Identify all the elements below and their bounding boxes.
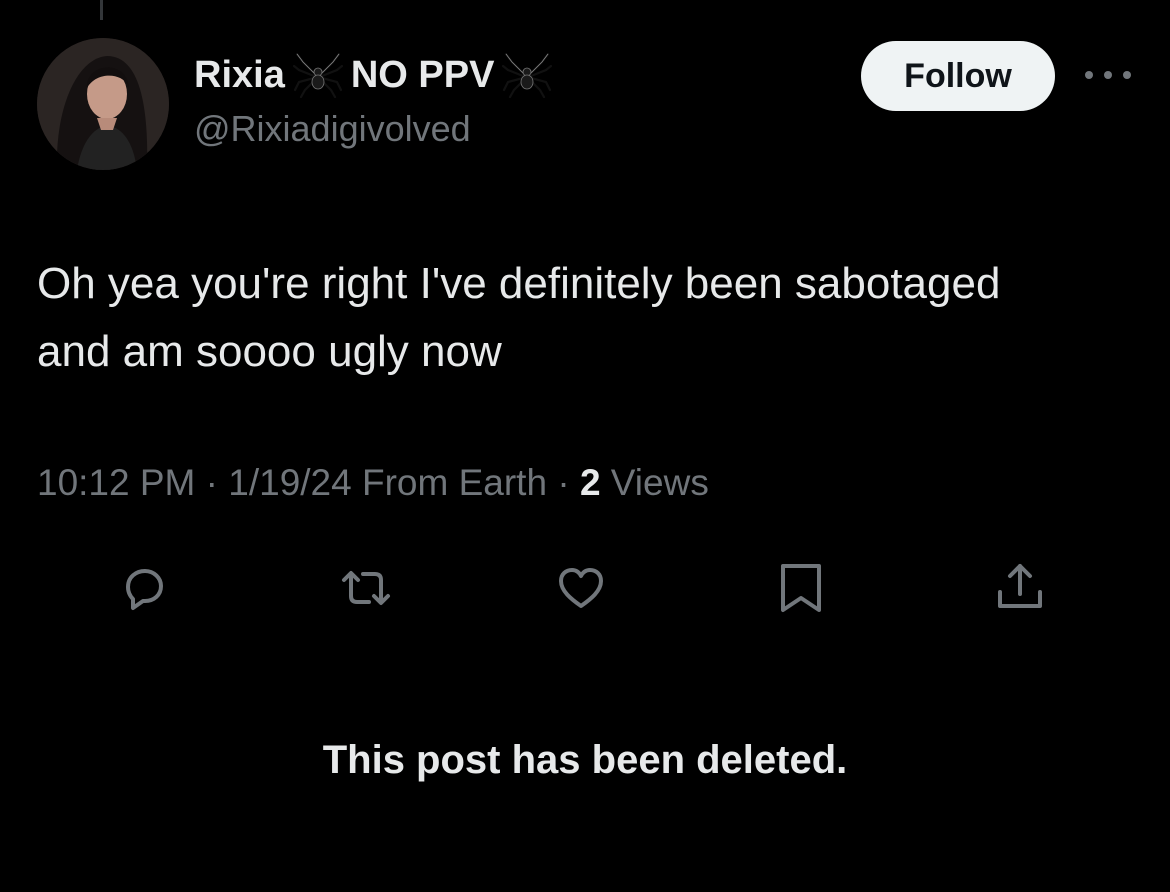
tweet-date[interactable]: 1/19/24 xyxy=(228,462,351,503)
share-icon xyxy=(998,564,1042,608)
more-dot-icon xyxy=(1085,71,1093,79)
more-dot-icon xyxy=(1123,71,1131,79)
bookmark-button[interactable] xyxy=(773,560,829,616)
more-dot-icon xyxy=(1104,71,1112,79)
bookmark-icon xyxy=(781,564,821,612)
deleted-post-notice: This post has been deleted. xyxy=(322,738,848,782)
meta-separator: · xyxy=(205,462,218,503)
views-count[interactable]: 2 xyxy=(580,462,601,503)
tweet-action-bar xyxy=(0,560,1170,616)
avatar-image xyxy=(37,38,169,170)
retweet-icon xyxy=(342,571,390,605)
tweet-time[interactable]: 10:12 PM xyxy=(37,462,195,503)
tweet-source: From Earth xyxy=(362,462,548,503)
spider-icon xyxy=(292,52,343,98)
tweet-text: Oh yea you're right I've definitely been… xyxy=(37,259,1001,376)
like-button[interactable] xyxy=(553,560,609,616)
tweet-metadata: 10:12 PM · 1/19/24 From Earth · 2 Views xyxy=(37,462,709,504)
meta-separator: · xyxy=(557,462,570,503)
author-handle[interactable]: @Rixiadigivolved xyxy=(194,108,471,150)
views-label[interactable]: Views xyxy=(611,462,709,503)
author-name-suffix: NO PPV xyxy=(350,53,495,96)
like-icon xyxy=(559,568,603,608)
more-options-button[interactable] xyxy=(1085,62,1131,88)
spider-icon xyxy=(502,52,553,98)
reply-button[interactable] xyxy=(116,560,172,616)
author-display-name[interactable]: Rixia NO PPV xyxy=(194,52,553,98)
avatar[interactable] xyxy=(37,38,169,170)
author-name: Rixia xyxy=(194,53,285,96)
retweet-button[interactable] xyxy=(338,560,394,616)
reply-icon xyxy=(126,569,163,610)
thread-connector-line xyxy=(100,0,103,20)
share-button[interactable] xyxy=(992,560,1048,616)
follow-button[interactable]: Follow xyxy=(861,41,1055,111)
